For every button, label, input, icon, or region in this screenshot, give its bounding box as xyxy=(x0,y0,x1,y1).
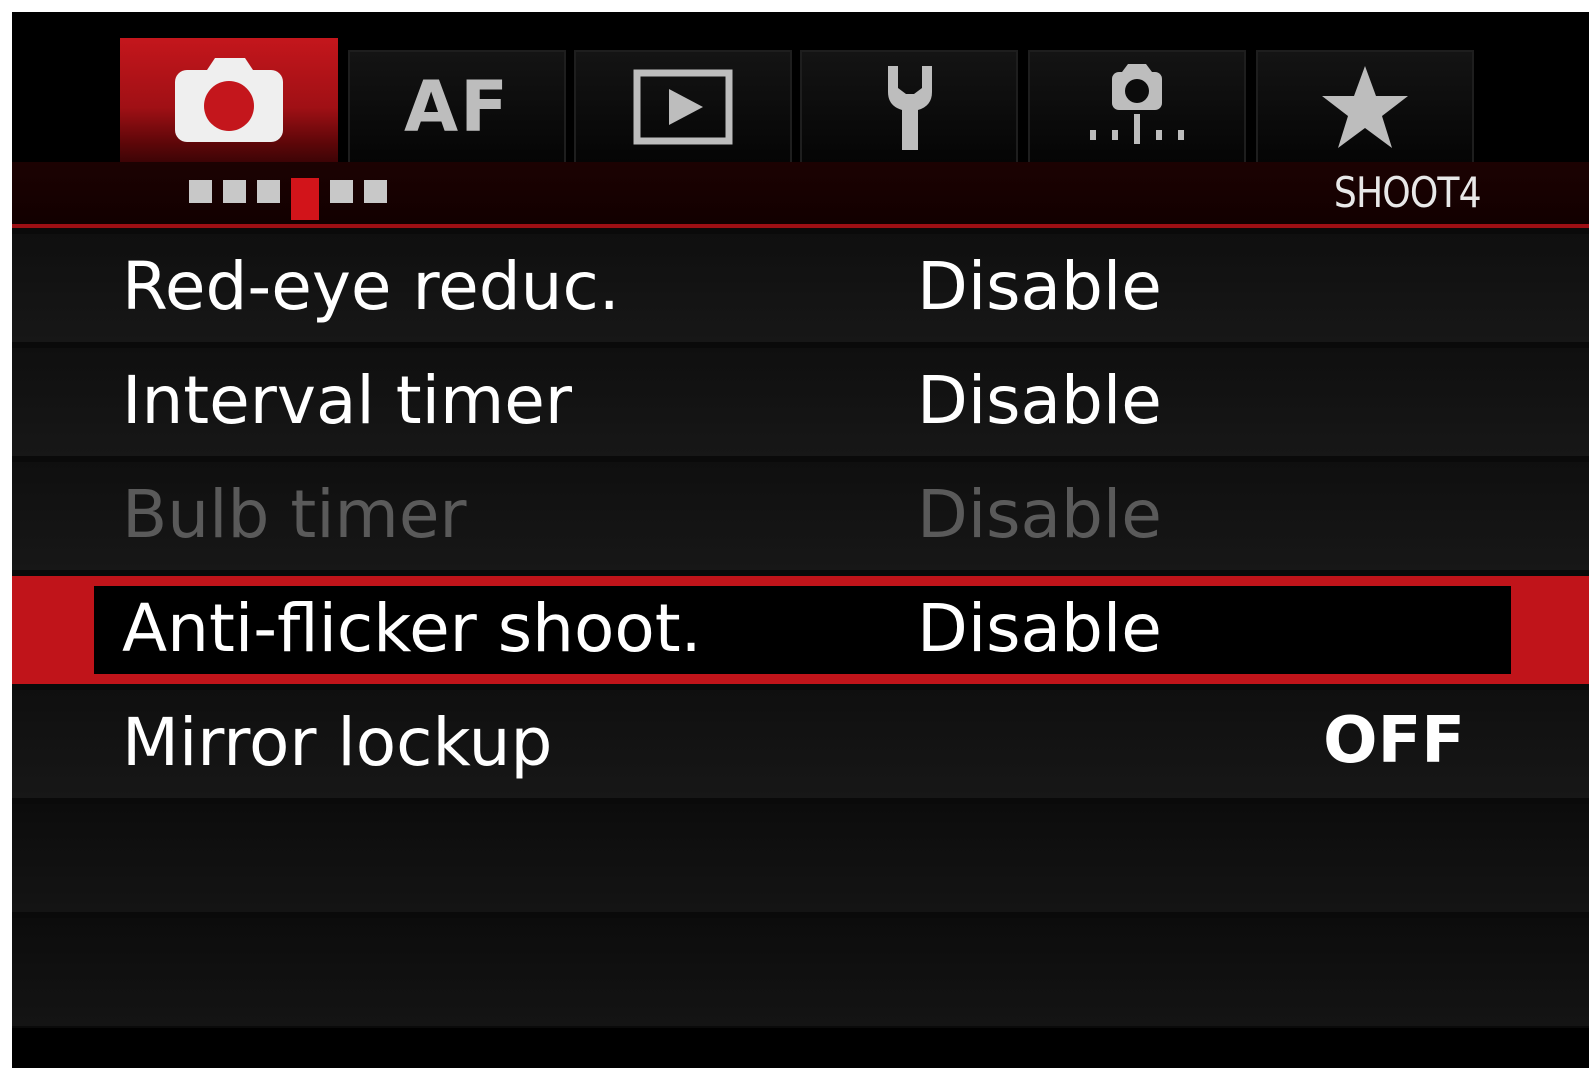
tab-af-label: AF xyxy=(404,66,510,148)
camera-icon xyxy=(175,58,283,142)
menu-item-label: Interval timer xyxy=(122,362,572,439)
menu-empty-row xyxy=(12,918,1589,1026)
page-dot xyxy=(330,180,353,203)
page-dots xyxy=(189,178,387,220)
menu-empty-row xyxy=(12,804,1589,912)
custom-function-camera-icon xyxy=(1090,64,1184,144)
menu-item-label: Red-eye reduc. xyxy=(122,248,620,325)
bottom-bar xyxy=(12,1028,1589,1068)
page-dot xyxy=(189,180,212,203)
menu-item-value: Disable xyxy=(917,590,1162,667)
page-dot xyxy=(223,180,246,203)
star-icon xyxy=(1322,66,1408,148)
tab-custom-functions[interactable] xyxy=(1028,50,1246,162)
tab-shoot[interactable] xyxy=(120,38,338,164)
menu-item-label: Mirror lockup xyxy=(122,704,553,781)
camera-menu-screen: AF SHOOT4 Red-eye reduc. Disable Interva… xyxy=(12,12,1589,1068)
menu-item-mirror-lockup[interactable]: Mirror lockup OFF xyxy=(12,690,1589,798)
menu-item-interval-timer[interactable]: Interval timer Disable xyxy=(12,348,1589,456)
menu-item-value: OFF xyxy=(1323,704,1465,778)
page-indicator-bar: SHOOT4 xyxy=(12,162,1589,228)
menu-item-label: Bulb timer xyxy=(122,476,467,553)
menu-tab-bar: AF xyxy=(12,12,1589,164)
play-icon xyxy=(633,69,733,145)
tab-playback[interactable] xyxy=(574,50,792,162)
tab-setup[interactable] xyxy=(800,50,1018,162)
menu-item-red-eye-reduction[interactable]: Red-eye reduc. Disable xyxy=(12,234,1589,342)
page-dot xyxy=(364,180,387,203)
menu-item-value: Disable xyxy=(917,248,1162,325)
menu-item-anti-flicker-shoot[interactable]: Anti-flicker shoot. Disable xyxy=(12,576,1589,684)
menu-item-label: Anti-flicker shoot. xyxy=(122,590,702,667)
menu-list: Red-eye reduc. Disable Interval timer Di… xyxy=(12,234,1589,1032)
tab-af[interactable]: AF xyxy=(348,50,566,162)
menu-item-value: Disable xyxy=(917,476,1162,553)
menu-item-value: Disable xyxy=(917,362,1162,439)
menu-item-bulb-timer: Bulb timer Disable xyxy=(12,462,1589,570)
wrench-icon xyxy=(888,66,932,150)
page-dot xyxy=(257,180,280,203)
tab-my-menu[interactable] xyxy=(1256,50,1474,162)
page-label: SHOOT4 xyxy=(1334,168,1482,217)
page-dot-active xyxy=(291,178,319,220)
